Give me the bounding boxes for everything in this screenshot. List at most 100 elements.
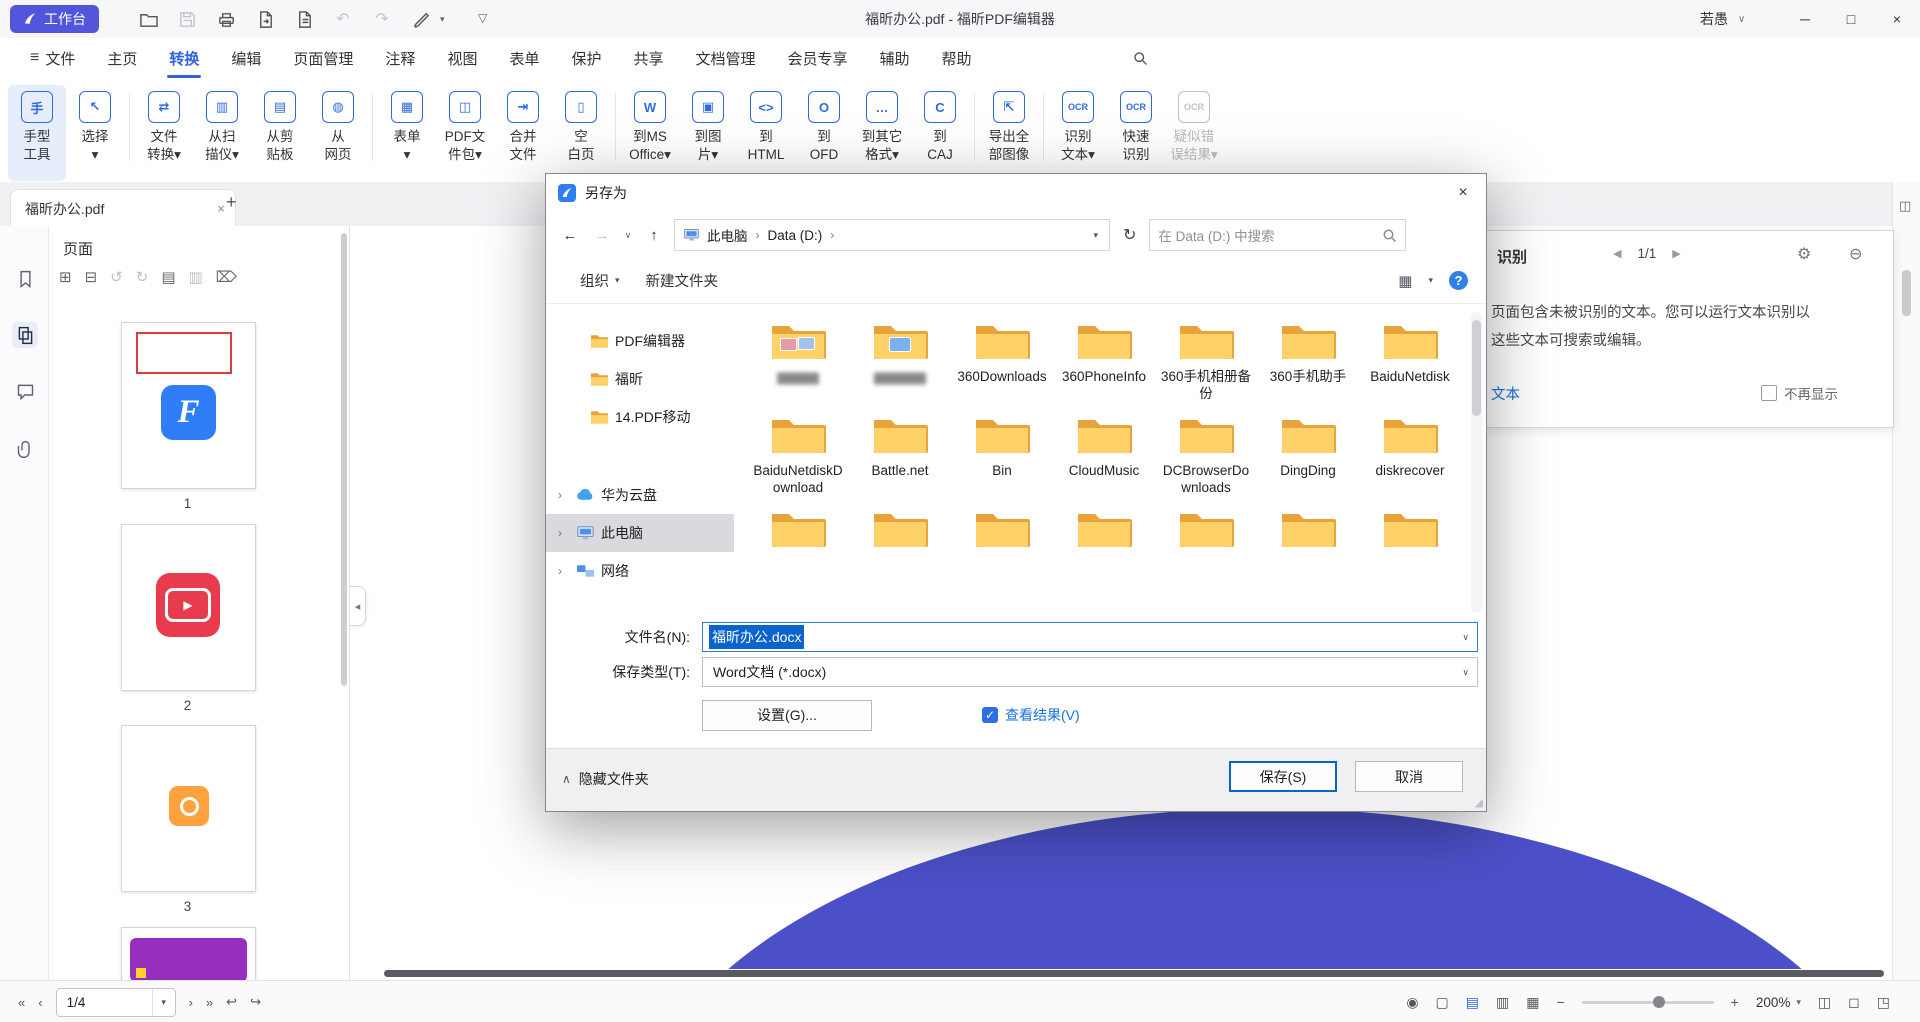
folder-item[interactable]: diskrecover <box>1360 412 1460 496</box>
folder-item[interactable]: ▆▆▆▆▆ <box>850 318 950 402</box>
open-file-icon[interactable] <box>136 7 160 31</box>
view-mode-dropdown-icon[interactable] <box>1428 275 1433 286</box>
menu-item[interactable]: 文档管理 <box>680 38 772 78</box>
ribbon-button[interactable]: ⇥ 合并 文件 <box>494 85 552 181</box>
facing-view-icon[interactable] <box>1496 994 1509 1011</box>
folder-item[interactable] <box>1054 506 1154 557</box>
folder-item[interactable]: 360手机助手 <box>1258 318 1358 402</box>
fullscreen-icon[interactable] <box>1877 994 1890 1011</box>
menu-item[interactable]: 表单 <box>493 38 555 78</box>
folder-item[interactable]: 360PhoneInfo <box>1054 318 1154 402</box>
ribbon-button[interactable]: OCR 疑似错 误结果▾ <box>1165 85 1223 181</box>
page-thumbnail[interactable]: 3 <box>121 725 254 914</box>
user-menu[interactable]: 若愚 <box>1700 0 1745 38</box>
ribbon-button[interactable]: 手 手型 工具 <box>8 85 66 181</box>
folder-item[interactable] <box>1258 506 1358 557</box>
folder-item[interactable]: BaiduNetdisk <box>1360 318 1460 402</box>
tree-item[interactable]: PDF编辑器 <box>546 322 734 360</box>
extract-page-icon[interactable] <box>216 268 237 286</box>
folder-item[interactable]: DingDing <box>1258 412 1358 496</box>
ribbon-button[interactable]: ▣ 到图 片▾ <box>679 85 737 181</box>
folder-item[interactable]: 360Downloads <box>952 318 1052 402</box>
breadcrumb-segment[interactable]: Data (D:) <box>765 228 826 243</box>
close-button[interactable] <box>1874 0 1920 38</box>
ribbon-button[interactable]: … 到其它 格式▾ <box>853 85 911 181</box>
menu-item[interactable]: 编辑 <box>215 38 277 78</box>
view-result-checkbox-group[interactable]: 查看结果(V) <box>982 705 1080 725</box>
minimize-button[interactable] <box>1782 0 1828 38</box>
ocr-recognize-link[interactable]: 文本 <box>1491 383 1520 404</box>
menu-item[interactable]: 文件 <box>14 38 91 78</box>
file-list-scrollbar[interactable] <box>1471 312 1482 612</box>
nav-history-dropdown-icon[interactable] <box>622 230 634 241</box>
nav-forward-icon[interactable] <box>590 227 614 244</box>
dialog-titlebar[interactable]: 另存为 <box>546 174 1486 212</box>
menu-item[interactable]: 主页 <box>91 38 153 78</box>
filename-input[interactable]: 福昕办公.docx <box>702 622 1478 652</box>
page-number-box[interactable]: 1/4 <box>56 988 176 1017</box>
read-mode-icon[interactable] <box>1406 994 1418 1011</box>
folder-item[interactable] <box>1156 506 1256 557</box>
menu-item[interactable]: 帮助 <box>926 38 988 78</box>
page-thumbnail-preview[interactable] <box>121 927 256 980</box>
page-thumbnail[interactable]: 1 <box>121 322 254 511</box>
tree-item[interactable]: 此电脑 <box>546 514 734 552</box>
rotate-left-page-icon[interactable] <box>110 268 123 286</box>
continuous-view-icon[interactable] <box>1466 994 1479 1011</box>
ribbon-button[interactable]: ⇱ 导出全 部图像 <box>980 85 1038 181</box>
tree-item[interactable]: 14.PDF移动 <box>546 398 734 436</box>
ribbon-button[interactable]: ↖ 选择 ▾ <box>66 85 124 181</box>
ribbon-button[interactable]: O 到 OFD <box>795 85 853 181</box>
convert-doc-icon[interactable] <box>292 7 316 31</box>
new-tab-button[interactable] <box>226 192 237 213</box>
folder-item[interactable]: DCBrowserDownloads <box>1156 412 1256 496</box>
ocr-settings-gear-icon[interactable] <box>1797 244 1811 264</box>
ribbon-button[interactable]: W 到MS Office▾ <box>621 85 679 181</box>
menu-item[interactable]: 视图 <box>431 38 493 78</box>
page-number-dropdown-icon[interactable] <box>152 989 175 1016</box>
help-icon[interactable] <box>1449 271 1468 290</box>
ribbon-button[interactable]: ▦ 表单 ▾ <box>378 85 436 181</box>
nav-back-icon[interactable] <box>558 227 582 244</box>
hide-folders-button[interactable]: 隐藏文件夹 <box>562 769 649 789</box>
collapse-toolbar-icon[interactable] <box>478 11 487 25</box>
tree-item[interactable]: 网络 <box>546 552 734 590</box>
dont-show-again-checkbox[interactable] <box>1761 385 1777 401</box>
format-brush-icon[interactable] <box>409 7 433 31</box>
menu-search-icon[interactable] <box>1118 38 1163 78</box>
print-icon[interactable] <box>214 7 238 31</box>
breadcrumb-segment[interactable]: 此电脑 <box>704 225 751 245</box>
save-icon[interactable] <box>175 7 199 31</box>
dialog-resize-grip[interactable] <box>1475 796 1483 809</box>
ribbon-button[interactable]: ◫ PDF文 件包▾ <box>436 85 494 181</box>
filename-dropdown-icon[interactable] <box>1462 632 1469 643</box>
folder-item[interactable] <box>850 506 950 557</box>
zoom-slider-thumb[interactable] <box>1653 996 1665 1008</box>
paste-page-icon[interactable] <box>85 268 98 286</box>
menu-item[interactable]: 转换 <box>153 38 215 78</box>
ocr-collapse-icon[interactable] <box>1849 244 1862 264</box>
nav-up-icon[interactable] <box>642 227 666 244</box>
save-type-select[interactable]: Word文档 (*.docx) <box>702 657 1478 687</box>
folder-item[interactable]: BaiduNetdiskDownload <box>748 412 848 496</box>
page-thumbnail[interactable]: 2 <box>121 524 254 713</box>
folder-item[interactable]: Bin <box>952 412 1052 496</box>
redo-icon[interactable] <box>370 7 394 31</box>
page-thumbnail-preview[interactable] <box>121 524 256 691</box>
ribbon-button[interactable]: ▯ 空 白页 <box>552 85 610 181</box>
folder-item[interactable] <box>1360 506 1460 557</box>
menu-item[interactable]: 注释 <box>369 38 431 78</box>
folder-item[interactable]: CloudMusic <box>1054 412 1154 496</box>
vertical-scrollbar[interactable] <box>1902 270 1911 316</box>
menu-item[interactable]: 辅助 <box>864 38 926 78</box>
rotate-right-page-icon[interactable] <box>136 268 149 286</box>
maximize-button[interactable] <box>1828 0 1874 38</box>
zoom-in-icon[interactable] <box>1731 994 1739 1010</box>
organize-button[interactable]: 组织 <box>580 270 620 291</box>
tree-expand-icon[interactable] <box>558 526 570 540</box>
menu-item[interactable]: 会员专享 <box>772 38 864 78</box>
first-page-icon[interactable] <box>18 995 25 1010</box>
ribbon-button[interactable]: OCR 识别 文本▾ <box>1049 85 1107 181</box>
horizontal-scrollbar[interactable] <box>384 970 1884 977</box>
tree-item[interactable]: 福昕 <box>546 360 734 398</box>
